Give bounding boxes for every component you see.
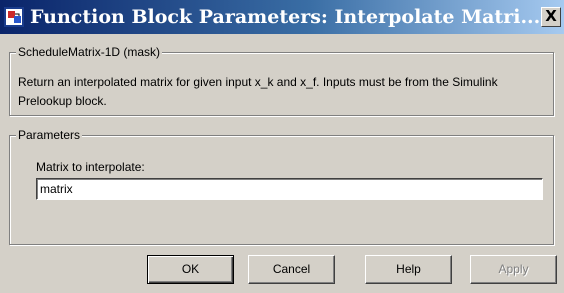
mask-description-text: Return an interpolated matrix for given … [18, 75, 498, 108]
apply-button: Apply [470, 255, 557, 284]
matrix-to-interpolate-input[interactable] [36, 178, 543, 200]
matrix-to-interpolate-label: Matrix to interpolate: [36, 160, 145, 174]
close-icon: X [545, 7, 557, 25]
simulink-block-icon [4, 7, 24, 27]
help-button[interactable]: Help [365, 255, 452, 284]
window-title: Function Block Parameters: Interpolate M… [30, 6, 541, 28]
title-bar[interactable]: Function Block Parameters: Interpolate M… [0, 0, 564, 34]
close-button[interactable]: X [541, 7, 561, 27]
ok-button[interactable]: OK [147, 255, 234, 284]
parameters-group-legend: Parameters [16, 128, 83, 142]
cancel-button[interactable]: Cancel [248, 255, 335, 284]
mask-group-legend: ScheduleMatrix-1D (mask) [16, 45, 163, 59]
